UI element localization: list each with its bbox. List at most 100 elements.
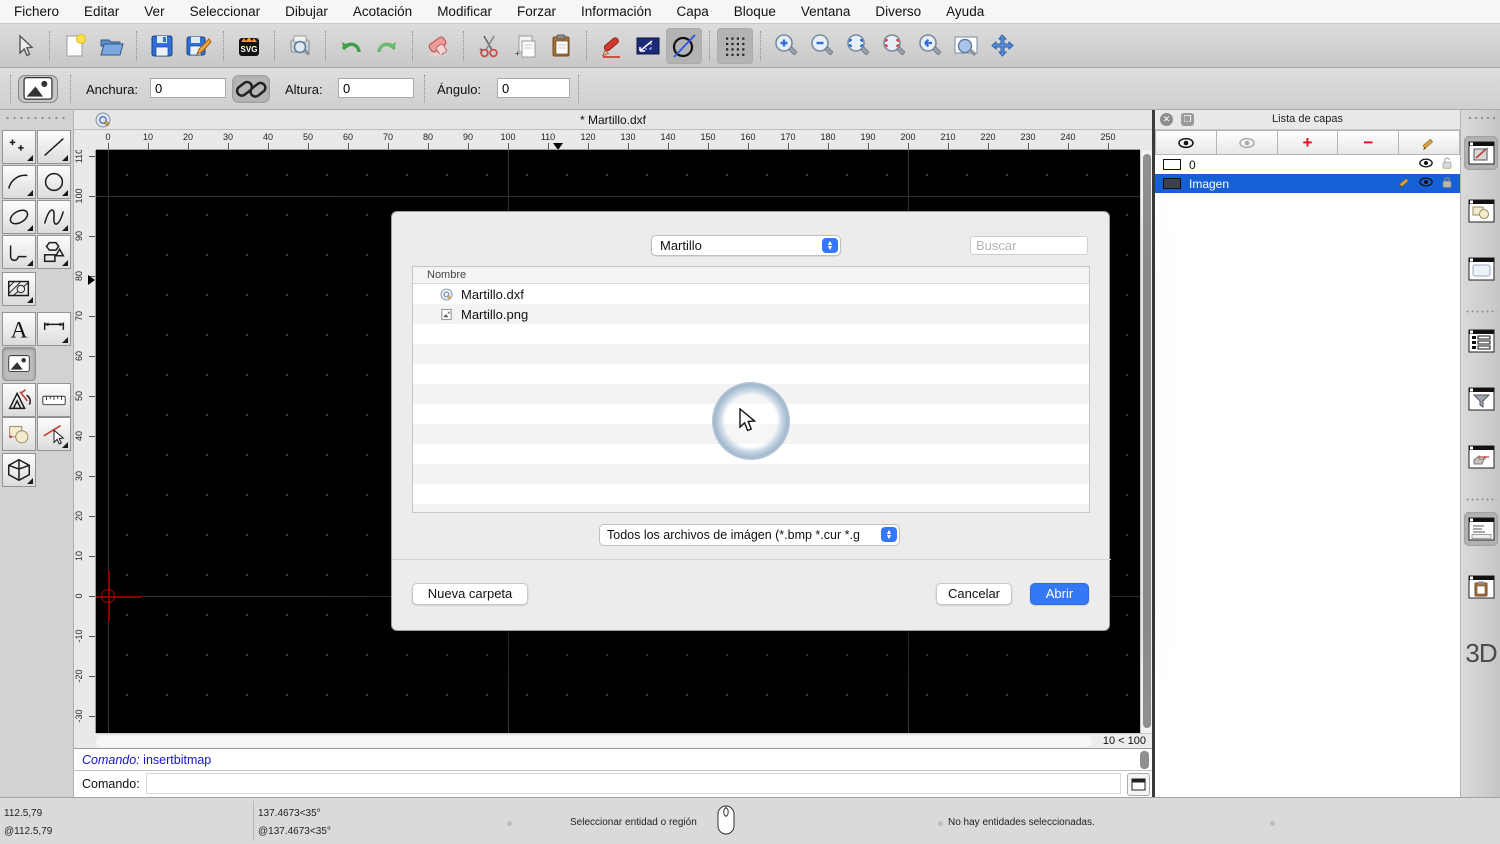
filetype-dropdown[interactable]: Todos los archivos de imágen (*.bmp *.cu… [599,524,900,546]
edit-pencil-icon[interactable] [1398,175,1412,192]
paste-icon[interactable] [543,28,579,64]
block-tool-button[interactable] [2,417,36,451]
arc-tool-button[interactable] [2,165,36,199]
shapes-tool-button[interactable] [37,235,71,269]
print-preview-icon[interactable] [282,28,318,64]
ellipse-tool-button[interactable] [2,200,36,234]
open-file-icon[interactable] [93,28,129,64]
menu-seleccionar[interactable]: Seleccionar [190,4,261,19]
file-row[interactable]: Martillo.dxf [413,284,1089,304]
menu-ventana[interactable]: Ventana [801,4,851,19]
modify-tool-button[interactable] [2,383,36,417]
document-titlebar[interactable]: * Martillo.dxf [74,110,1152,130]
height-input[interactable] [338,78,414,98]
zoom-pan-icon[interactable] [984,28,1020,64]
menu-ver[interactable]: Ver [144,4,164,19]
command-history-value: insertbitmap [143,753,211,767]
circle-tool-button[interactable] [37,165,71,199]
layer-row-imagen[interactable]: Imagen [1155,174,1460,193]
image-tool-button[interactable] [18,75,58,103]
zoom-in-icon[interactable] [768,28,804,64]
layer-row-0[interactable]: 0 [1155,155,1460,174]
command-options-button[interactable] [1127,773,1150,796]
snap-free-icon[interactable] [666,28,702,64]
measure-tool-button[interactable] [37,383,71,417]
dock-insert-icon[interactable] [1464,440,1498,474]
svg-export-icon[interactable]: SVG [231,28,267,64]
link-dimensions-button[interactable] [232,75,270,103]
strip-drag-handle[interactable] [1467,116,1495,120]
dock-clipboard-icon[interactable] [1464,570,1498,604]
menu-ayuda[interactable]: Ayuda [946,4,984,19]
layer-dock-titlebar[interactable]: ✕ ❐ Lista de capas [1155,110,1460,130]
solid-tool-button[interactable] [2,453,36,487]
line-tool-button[interactable] [37,130,71,164]
eye-icon[interactable] [1419,175,1433,192]
cut-icon[interactable]: + [471,28,507,64]
file-list-header[interactable]: Nombre [413,267,1089,284]
zoom-auto-icon[interactable] [840,28,876,64]
polyline-tool-button[interactable] [2,235,36,269]
lock-icon[interactable] [1440,175,1454,192]
edit-layer-icon[interactable] [1399,130,1460,155]
lock-open-icon[interactable] [1440,156,1454,173]
eye-icon[interactable] [1419,156,1433,173]
dock-blocks-icon[interactable] [1464,194,1498,228]
menu-fichero[interactable]: Fichero [14,4,59,19]
new-file-icon[interactable] [57,28,93,64]
select-cursor-icon[interactable] [6,28,42,64]
dock-layers-icon[interactable] [1464,136,1498,170]
image-tool-button[interactable] [2,347,36,381]
dock-library-icon[interactable] [1464,252,1498,286]
dimension-tool-button[interactable] [37,312,71,346]
spline-tool-button[interactable] [37,200,71,234]
cancel-button[interactable]: Cancelar [936,583,1012,605]
hruler-label: 210 [933,132,963,142]
zoom-back-icon[interactable] [912,28,948,64]
zoom-out-icon[interactable] [804,28,840,64]
undo-icon[interactable] [333,28,369,64]
save-icon[interactable] [144,28,180,64]
canvas-horizontal-scrollbar[interactable]: 10 < 100 [96,733,1152,748]
pen-icon[interactable] [594,28,630,64]
palette-drag-handle[interactable] [4,116,68,120]
menu-editar[interactable]: Editar [84,4,119,19]
search-input[interactable] [970,236,1088,255]
redo-icon[interactable] [369,28,405,64]
hatch-tool-button[interactable] [2,272,36,306]
menu-modificar[interactable]: Modificar [437,4,492,19]
dock-command-history-icon[interactable] [1464,512,1498,546]
dock-filter-icon[interactable] [1464,382,1498,416]
menu-dibujar[interactable]: Dibujar [285,4,328,19]
add-layer-icon[interactable]: + [1278,130,1339,155]
hide-all-layers-icon[interactable] [1217,130,1278,155]
save-as-icon[interactable] [180,28,216,64]
command-input[interactable] [146,773,1121,794]
zoom-previous-icon[interactable] [876,28,912,64]
text-tool-button[interactable]: A [2,312,36,346]
dock-entity-list-icon[interactable] [1464,324,1498,358]
menu-acotacion[interactable]: Acotación [353,4,412,19]
command-history-scrollbar[interactable] [1140,751,1149,769]
show-all-layers-icon[interactable] [1155,130,1217,155]
new-folder-button[interactable]: Nueva carpeta [412,583,528,605]
copy-icon[interactable]: + [507,28,543,64]
menu-diverso[interactable]: Diverso [875,4,921,19]
menu-informacion[interactable]: Información [581,4,652,19]
menu-capa[interactable]: Capa [677,4,709,19]
attributes-icon[interactable] [630,28,666,64]
angle-input[interactable] [497,78,570,98]
zoom-window-icon[interactable] [948,28,984,64]
points-tool-button[interactable] [2,130,36,164]
width-input[interactable] [150,78,226,98]
file-row[interactable]: Martillo.png [413,304,1089,324]
grid-icon[interactable] [717,28,753,64]
menu-forzar[interactable]: Forzar [517,4,556,19]
canvas-vertical-scrollbar[interactable] [1140,150,1152,733]
select-entity-tool-button[interactable] [37,417,71,451]
open-button[interactable]: Abrir [1030,583,1089,605]
remove-layer-icon[interactable]: − [1338,130,1399,155]
folder-dropdown[interactable]: Martillo ▲▼ [651,235,841,256]
menu-bloque[interactable]: Bloque [734,4,776,19]
eraser-icon[interactable] [420,28,456,64]
